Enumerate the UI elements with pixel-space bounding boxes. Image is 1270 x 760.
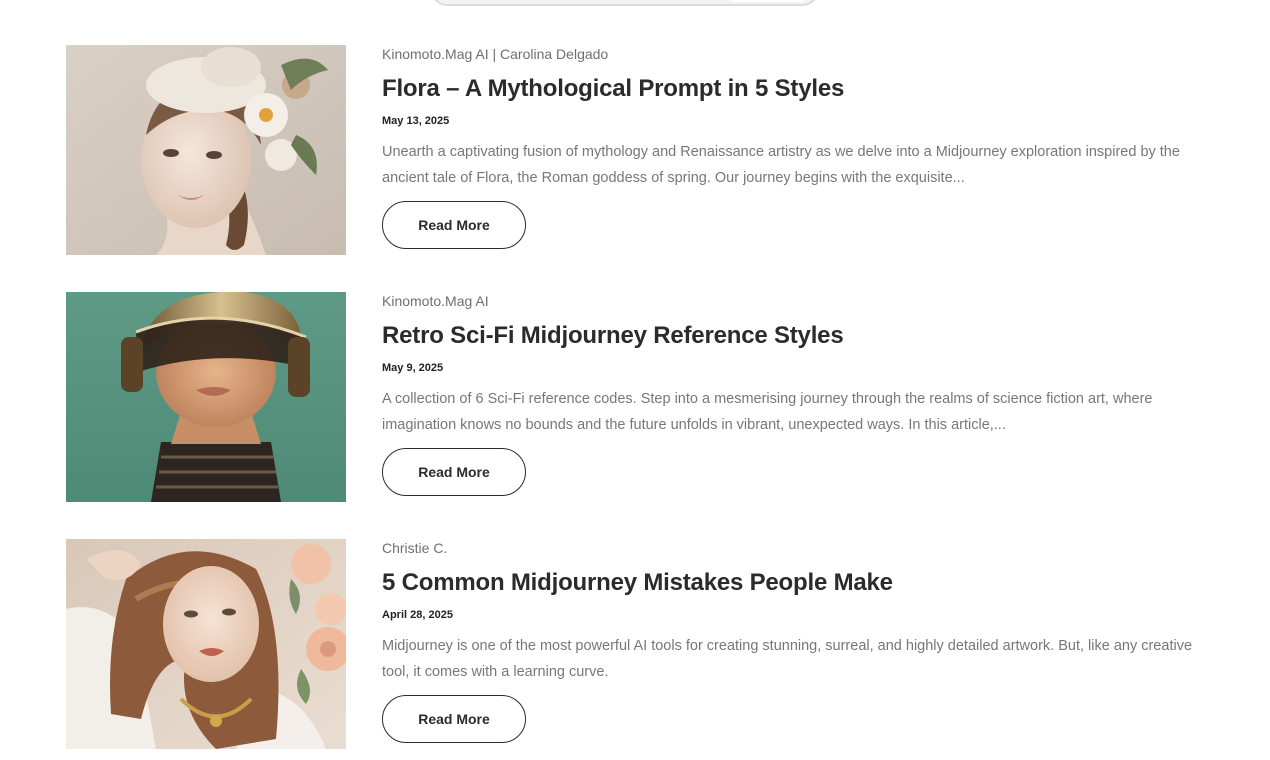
article-date: April 28, 2025 <box>382 609 453 621</box>
retro-scifi-helmet-image[interactable] <box>66 292 346 502</box>
article-date: May 9, 2025 <box>382 362 444 374</box>
article-author: Kinomoto.Mag AI <box>382 293 489 309</box>
article-author: Kinomoto.Mag AI | Carolina Delgado <box>382 46 609 62</box>
article-excerpt: Midjourney is one of the most powerful A… <box>382 638 1193 680</box>
page: Kinomoto.Mag AI | Carolina Delgado Flora… <box>0 0 1270 760</box>
article-excerpt: Unearth a captivating fusion of mytholog… <box>382 144 1180 186</box>
article-title[interactable]: Flora – A Mythological Prompt in 5 Style… <box>382 74 1202 104</box>
flora-portrait-image[interactable] <box>66 45 346 255</box>
article-content: Kinomoto.Mag AI | Carolina Delgado Flora… <box>382 45 1202 249</box>
article-list: Kinomoto.Mag AI | Carolina Delgado Flora… <box>66 45 1206 760</box>
article-excerpt: A collection of 6 Sci-Fi reference codes… <box>382 391 1153 433</box>
article-date: May 13, 2025 <box>382 115 450 127</box>
article-content: Christie C. 5 Common Midjourney Mistakes… <box>382 539 1202 743</box>
article-card: Kinomoto.Mag AI | Carolina Delgado Flora… <box>66 45 1206 255</box>
read-more-button[interactable]: Read More <box>382 448 526 496</box>
article-title[interactable]: 5 Common Midjourney Mistakes People Make <box>382 568 1202 598</box>
article-title[interactable]: Retro Sci-Fi Midjourney Reference Styles <box>382 321 1202 351</box>
woman-with-roses-image[interactable] <box>66 539 346 749</box>
search-bar-fragment[interactable] <box>430 0 820 6</box>
read-more-button[interactable]: Read More <box>382 201 526 249</box>
read-more-button[interactable]: Read More <box>382 695 526 743</box>
search-button-fragment[interactable] <box>722 0 812 2</box>
article-content: Kinomoto.Mag AI Retro Sci-Fi Midjourney … <box>382 292 1202 496</box>
article-author: Christie C. <box>382 540 448 556</box>
article-card: Christie C. 5 Common Midjourney Mistakes… <box>66 539 1206 749</box>
article-card: Kinomoto.Mag AI Retro Sci-Fi Midjourney … <box>66 292 1206 502</box>
